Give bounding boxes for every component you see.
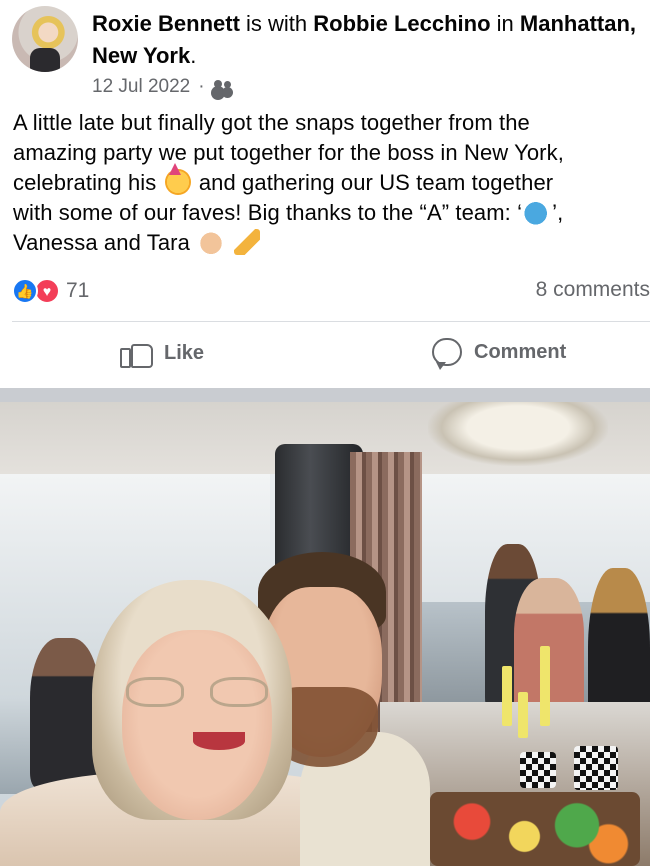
in-connector: in bbox=[490, 11, 520, 36]
post-meta: 12 Jul 2022 · bbox=[92, 76, 233, 98]
reactions-summary[interactable]: 👍 ♥ 71 bbox=[12, 278, 89, 304]
photo-candle bbox=[502, 666, 512, 726]
like-button[interactable]: Like bbox=[120, 338, 204, 368]
like-reaction-icon: 👍 bbox=[12, 278, 38, 304]
whale-emoji bbox=[524, 199, 551, 225]
like-label: Like bbox=[164, 341, 205, 364]
party-face-emoji bbox=[164, 163, 191, 195]
photo-woman-face bbox=[122, 630, 272, 820]
with-connector: is with bbox=[239, 11, 314, 36]
action-bar: Like Comment bbox=[0, 322, 650, 388]
post-text-line4b: ’, bbox=[552, 200, 564, 225]
post-text: A little late but finally got the snaps … bbox=[13, 108, 647, 258]
author-avatar[interactable] bbox=[12, 6, 78, 72]
comment-bubble-icon bbox=[432, 338, 462, 370]
location-end: . bbox=[190, 43, 197, 68]
post-header: Roxie Bennett is with Robbie Lecchino in… bbox=[0, 0, 650, 110]
photo-lips bbox=[193, 732, 245, 750]
photo-candle bbox=[518, 692, 528, 738]
photo-guest bbox=[30, 638, 100, 788]
post-text-line3a: celebrating his bbox=[13, 170, 157, 195]
comment-button[interactable]: Comment bbox=[432, 338, 567, 370]
party-popper-emoji bbox=[234, 229, 261, 255]
post-text-line2: amazing party we put together for the bo… bbox=[13, 140, 564, 165]
author-name[interactable]: Roxie Bennett bbox=[92, 11, 240, 36]
tagged-name[interactable]: Robbie Lecchino bbox=[313, 11, 490, 36]
friends-icon bbox=[213, 79, 233, 95]
photo-food-platter bbox=[430, 792, 640, 866]
photo-glasses bbox=[126, 677, 268, 709]
post-text-line3b: and gathering our US team together bbox=[198, 170, 554, 195]
date-separator: · bbox=[198, 76, 205, 97]
photo-candle bbox=[540, 646, 550, 726]
section-separator bbox=[0, 388, 650, 402]
thumbs-up-icon bbox=[120, 338, 153, 368]
photo-checkered-cup bbox=[574, 746, 618, 790]
author-line: Roxie Bennett is with Robbie Lecchino in… bbox=[92, 8, 642, 72]
photo-checkered-cup bbox=[520, 752, 556, 788]
post-text-line4a: with some of our faves! Big thanks to th… bbox=[13, 200, 523, 225]
reaction-count: 71 bbox=[66, 279, 90, 302]
comments-count[interactable]: 8 comments bbox=[536, 278, 650, 302]
comment-label: Comment bbox=[474, 340, 567, 363]
post-date[interactable]: 12 Jul 2022 bbox=[92, 76, 190, 98]
post-text-line5a: Vanessa and Tara bbox=[13, 230, 190, 255]
post-text-line1: A little late but finally got the snaps … bbox=[13, 110, 530, 135]
clapping-hands-emoji bbox=[198, 229, 225, 255]
photo-chandelier bbox=[428, 402, 608, 466]
post-photo[interactable] bbox=[0, 402, 650, 866]
